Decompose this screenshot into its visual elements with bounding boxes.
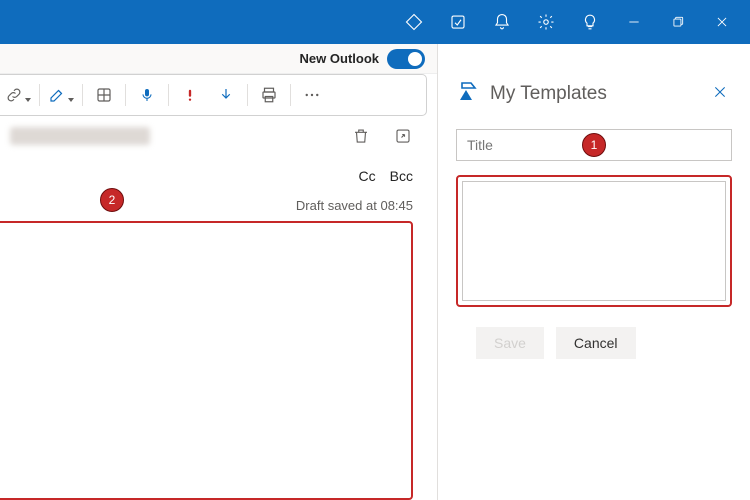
draft-status-row: 2 Draft saved at 08:45 xyxy=(0,194,437,219)
bcc-button[interactable]: Bcc xyxy=(390,168,413,184)
compose-pane: New Outlook xyxy=(0,44,438,500)
template-body-input[interactable] xyxy=(462,181,726,301)
trash-icon[interactable] xyxy=(351,126,371,146)
panel-close-icon[interactable] xyxy=(708,80,732,107)
close-icon[interactable] xyxy=(700,0,744,44)
restore-icon[interactable] xyxy=(656,0,700,44)
lightbulb-icon[interactable] xyxy=(568,0,612,44)
minimize-icon[interactable] xyxy=(612,0,656,44)
bell-icon[interactable] xyxy=(480,0,524,44)
download-icon[interactable] xyxy=(209,78,243,112)
compose-toolbar xyxy=(0,74,427,116)
gear-icon[interactable] xyxy=(524,0,568,44)
new-outlook-toggle[interactable] xyxy=(387,49,425,69)
diamond-icon[interactable] xyxy=(392,0,436,44)
callout-marker-1: 1 xyxy=(582,133,606,157)
my-templates-panel: My Templates 1 Save Cancel xyxy=(438,44,750,500)
new-outlook-banner: New Outlook xyxy=(0,44,437,74)
cancel-button[interactable]: Cancel xyxy=(556,327,636,359)
recipient-redacted xyxy=(10,127,150,145)
save-button[interactable]: Save xyxy=(476,327,544,359)
importance-high-icon[interactable] xyxy=(173,78,207,112)
templates-icon xyxy=(456,80,480,107)
content-area: New Outlook xyxy=(0,44,750,500)
table-icon[interactable] xyxy=(87,78,121,112)
cc-button[interactable]: Cc xyxy=(359,168,376,184)
panel-button-row: Save Cancel xyxy=(456,327,732,359)
cc-bcc-row: Cc Bcc xyxy=(0,150,437,194)
titlebar xyxy=(0,0,750,44)
dictate-icon[interactable] xyxy=(130,78,164,112)
signature-icon[interactable] xyxy=(44,78,78,112)
print-icon[interactable] xyxy=(252,78,286,112)
link-icon[interactable] xyxy=(1,78,35,112)
compose-body-area[interactable] xyxy=(0,221,413,500)
callout-marker-2: 2 xyxy=(100,188,124,212)
new-outlook-label: New Outlook xyxy=(300,51,379,66)
template-title-field-wrap: 1 xyxy=(456,129,732,161)
message-header xyxy=(0,116,437,150)
panel-title: My Templates xyxy=(490,83,607,105)
more-options-icon[interactable] xyxy=(295,78,329,112)
note-icon[interactable] xyxy=(436,0,480,44)
draft-status-text: Draft saved at 08:45 xyxy=(296,198,413,213)
popout-icon[interactable] xyxy=(393,126,413,146)
template-body-highlight xyxy=(456,175,732,307)
